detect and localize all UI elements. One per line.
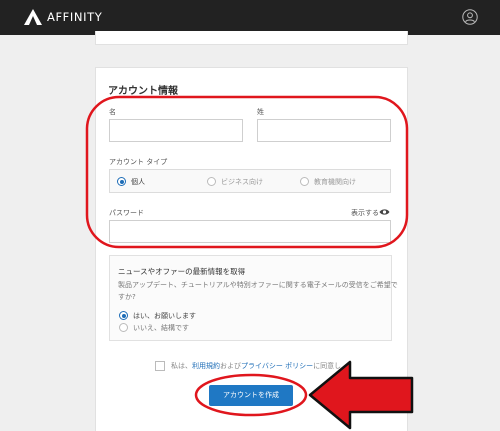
red-arrow-annotation xyxy=(308,360,414,430)
highlight-button-annotation xyxy=(194,373,308,417)
highlight-form-annotation xyxy=(85,95,409,249)
annotation-overlay xyxy=(85,95,414,430)
